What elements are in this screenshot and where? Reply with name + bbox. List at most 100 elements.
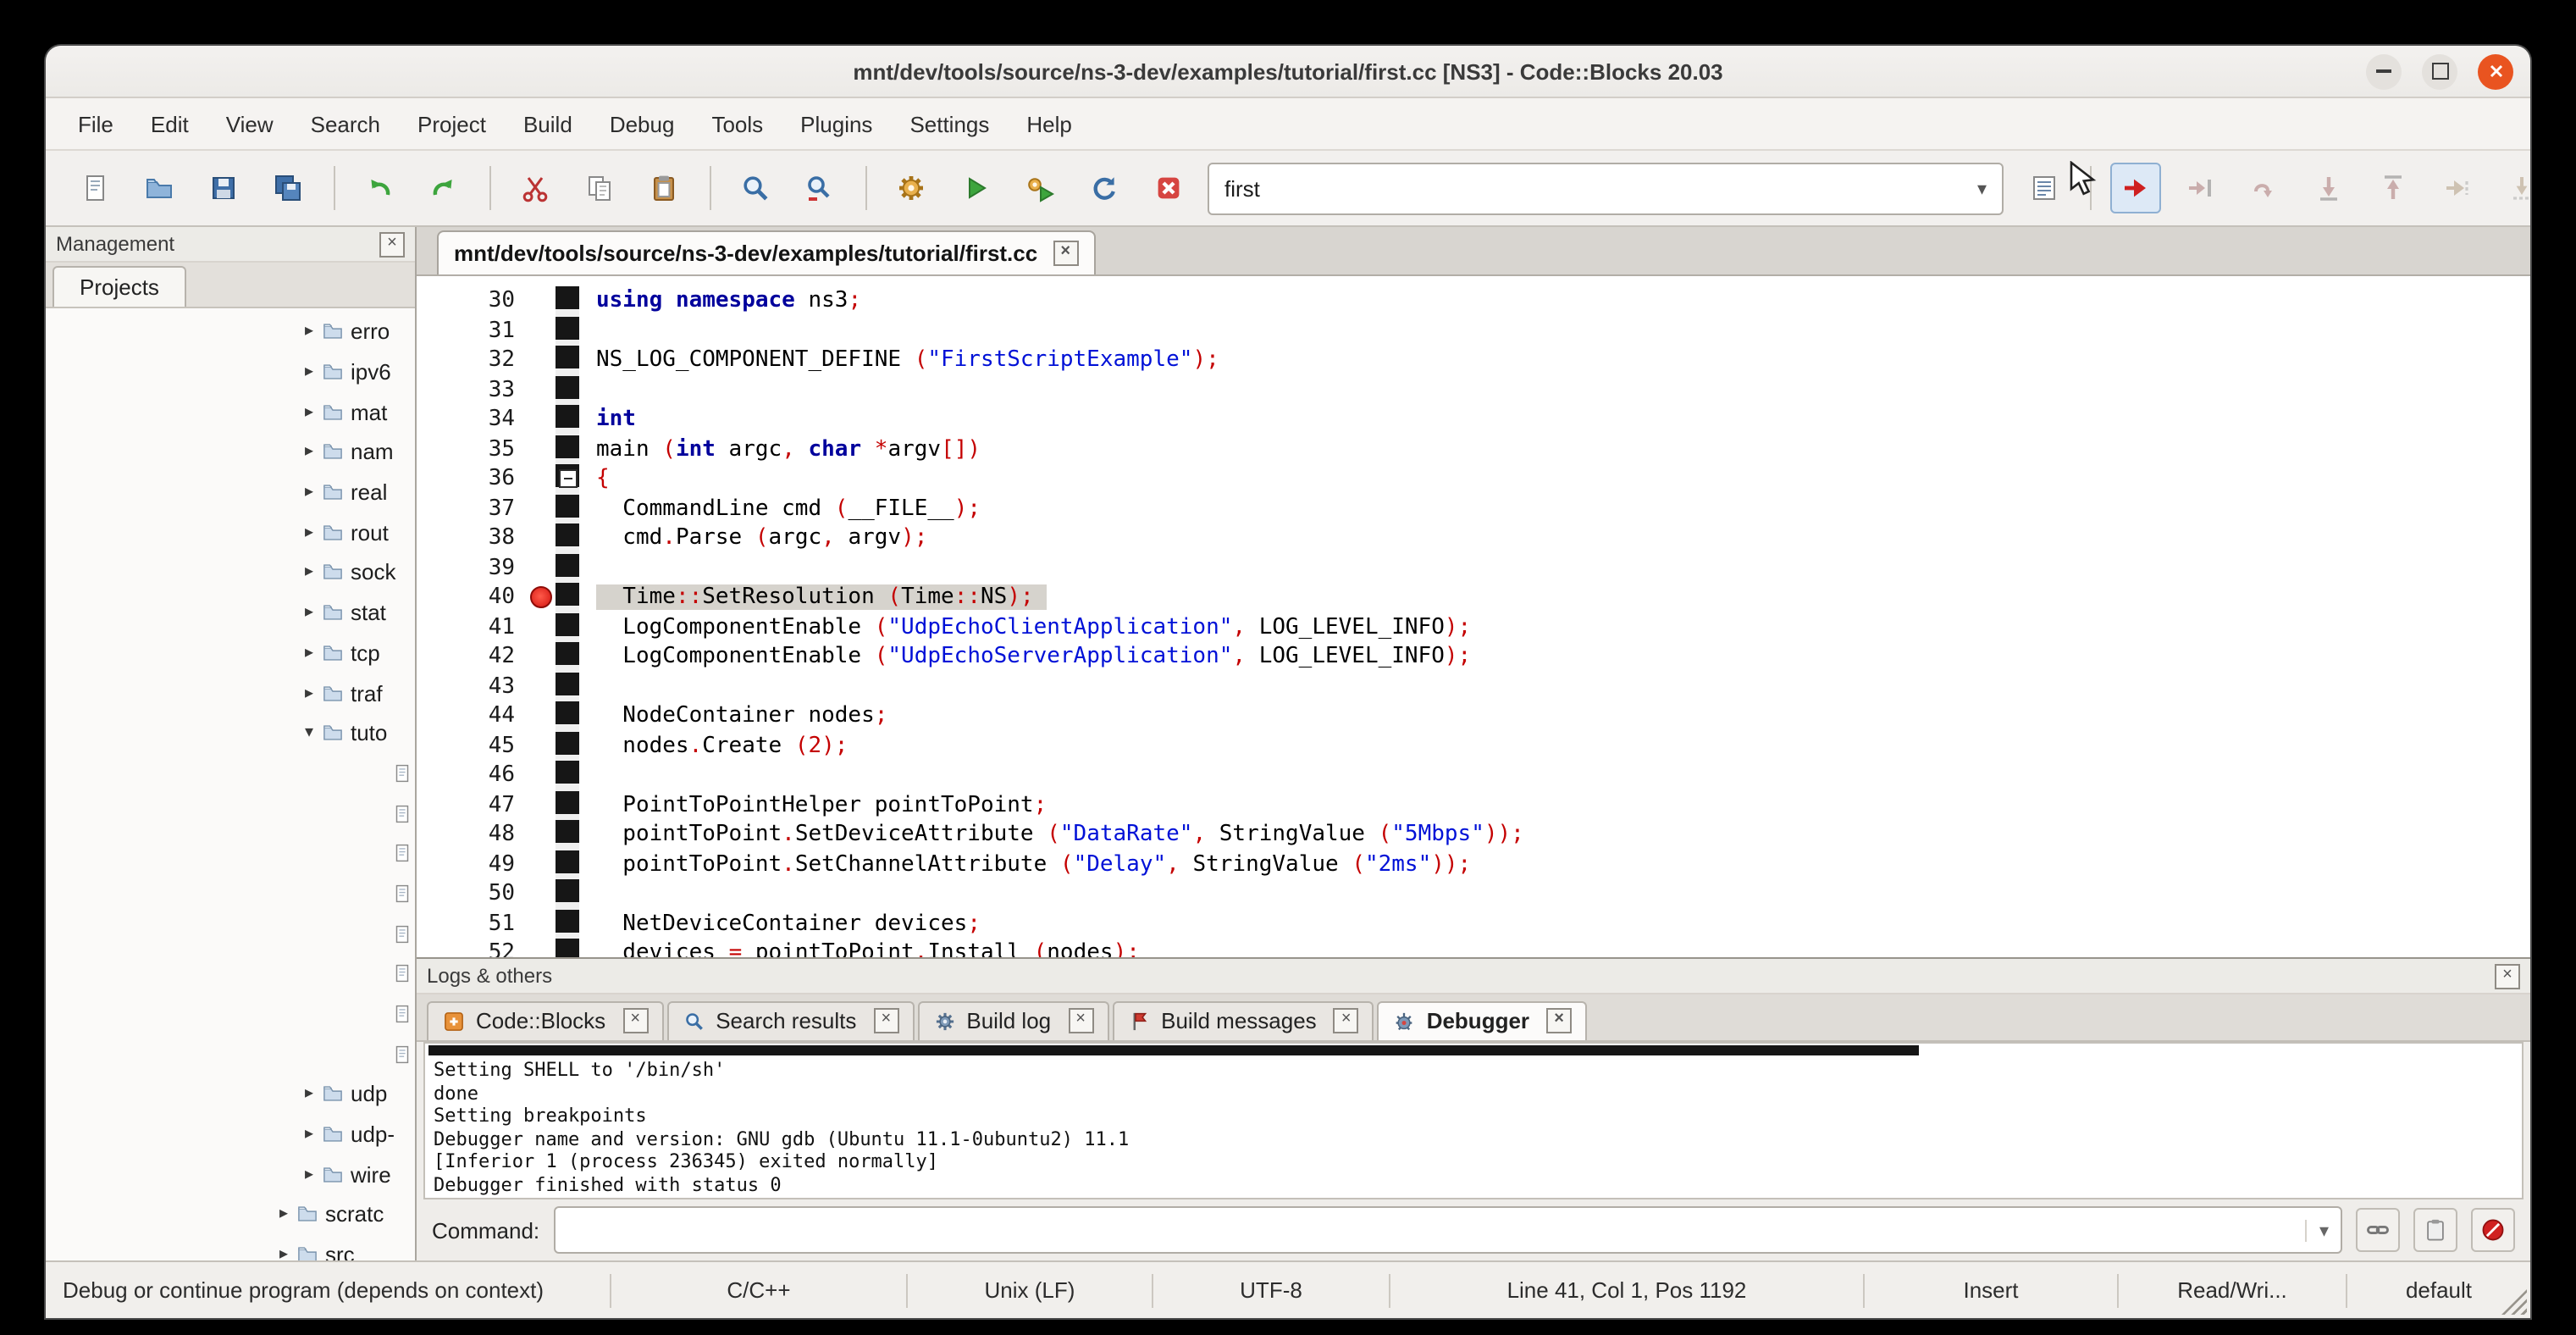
chevron-right-icon[interactable]: ▸	[298, 523, 320, 542]
menu-tools[interactable]: Tools	[693, 102, 782, 145]
build-and-run-button[interactable]	[1014, 163, 1065, 213]
chevron-down-icon[interactable]: ▾	[298, 723, 320, 742]
line-number[interactable]: 32	[417, 348, 528, 374]
logs-tab-code-blocks[interactable]: Code::Blocks×	[427, 1001, 663, 1040]
line-number[interactable]: 44	[417, 704, 528, 729]
line-number[interactable]: 49	[417, 852, 528, 878]
line-number[interactable]: 50	[417, 882, 528, 907]
breakpoint-margin[interactable]	[528, 464, 556, 494]
line-number[interactable]: 41	[417, 615, 528, 640]
abort-build-button[interactable]	[1143, 163, 1194, 213]
run-button[interactable]	[950, 163, 1001, 213]
tree-item-he[interactable]: he	[46, 873, 415, 913]
breakpoint-margin[interactable]	[528, 612, 556, 642]
minimize-button[interactable]	[2366, 53, 2402, 89]
search-combobox[interactable]: first▾	[1208, 162, 2004, 214]
tree-item-se[interactable]: se	[46, 954, 415, 994]
breakpoint-margin[interactable]	[528, 523, 556, 553]
chevron-right-icon[interactable]: ▸	[298, 483, 320, 501]
replace-button[interactable]	[794, 163, 845, 213]
tree-item-fir[interactable]: fir	[46, 794, 415, 834]
menu-search[interactable]: Search	[292, 102, 399, 145]
management-close-icon[interactable]: ×	[379, 231, 405, 257]
chevron-right-icon[interactable]: ▸	[273, 1205, 295, 1224]
tree-item-tuto[interactable]: ▾tuto	[46, 713, 415, 753]
tree-item-udp-[interactable]: ▸udp-	[46, 1115, 415, 1155]
line-number[interactable]: 36	[417, 467, 528, 492]
step-into-instruction-button[interactable]	[2496, 163, 2530, 213]
breakpoint-margin[interactable]	[528, 909, 556, 939]
fold-marker[interactable]	[558, 469, 577, 488]
line-number[interactable]: 38	[417, 526, 528, 551]
debug-continue-button[interactable]	[2110, 163, 2161, 213]
run-to-cursor-button[interactable]	[2175, 163, 2225, 213]
menu-plugins[interactable]: Plugins	[782, 102, 891, 145]
editor-tab-first-cc[interactable]: mnt/dev/tools/source/ns-3-dev/examples/t…	[437, 230, 1095, 274]
next-instruction-button[interactable]	[2432, 163, 2483, 213]
tree-item-nam[interactable]: ▸nam	[46, 432, 415, 472]
tree-item-sock[interactable]: ▸sock	[46, 552, 415, 592]
line-number[interactable]: 47	[417, 793, 528, 818]
line-number[interactable]: 37	[417, 496, 528, 522]
tree-item-udp[interactable]: ▸udp	[46, 1074, 415, 1114]
copy-button[interactable]	[574, 163, 625, 213]
menu-view[interactable]: View	[207, 102, 292, 145]
close-button[interactable]	[2478, 53, 2513, 89]
line-number[interactable]: 51	[417, 911, 528, 937]
tree-item-stat[interactable]: ▸stat	[46, 593, 415, 633]
breakpoint-margin[interactable]	[528, 553, 556, 583]
line-number[interactable]: 43	[417, 674, 528, 700]
tree-item-src[interactable]: ▸src	[46, 1235, 415, 1260]
breakpoint-margin[interactable]	[528, 820, 556, 850]
stop-button[interactable]	[2471, 1208, 2515, 1252]
logs-tab-build-log[interactable]: Build log×	[917, 1001, 1108, 1040]
breakpoint-margin[interactable]	[528, 850, 556, 879]
breakpoint-marker[interactable]	[530, 586, 552, 608]
tree-item-wire[interactable]: ▸wire	[46, 1155, 415, 1194]
menu-settings[interactable]: Settings	[891, 102, 1008, 145]
breakpoint-margin[interactable]	[528, 316, 556, 346]
titlebar[interactable]: mnt/dev/tools/source/ns-3-dev/examples/t…	[46, 46, 2530, 98]
step-out-button[interactable]	[2368, 163, 2418, 213]
code-editor[interactable]: 30using namespace ns3;3132NS_LOG_COMPONE…	[417, 276, 2530, 957]
tree-item-fo[interactable]: fo	[46, 834, 415, 873]
logs-close-icon[interactable]: ×	[2495, 963, 2520, 989]
save-all-button[interactable]	[263, 163, 313, 213]
tree-item-traf[interactable]: ▸traf	[46, 673, 415, 712]
tab-close-icon[interactable]: ×	[622, 1008, 648, 1033]
logs-tab-build-messages[interactable]: Build messages×	[1112, 1001, 1374, 1040]
tab-close-icon[interactable]: ×	[873, 1008, 898, 1033]
breakpoint-margin[interactable]	[528, 642, 556, 672]
chevron-right-icon[interactable]: ▸	[298, 684, 320, 702]
tree-item-scratc[interactable]: ▸scratc	[46, 1194, 415, 1234]
debugger-output[interactable]: Setting SHELL to '/bin/sh'doneSetting br…	[423, 1042, 2523, 1199]
tree-item-fif[interactable]: fif	[46, 753, 415, 793]
tree-item-erro[interactable]: ▸erro	[46, 312, 415, 352]
menu-project[interactable]: Project	[399, 102, 505, 145]
find-button[interactable]	[730, 163, 781, 213]
command-input[interactable]: ▾	[553, 1206, 2342, 1254]
line-number[interactable]: 33	[417, 378, 528, 403]
next-line-button[interactable]	[2239, 163, 2290, 213]
tab-projects[interactable]: Projects	[53, 266, 186, 307]
breakpoint-margin[interactable]	[528, 375, 556, 405]
tree-item-tcp[interactable]: ▸tcp	[46, 633, 415, 673]
chevron-down-icon[interactable]: ▾	[2306, 1219, 2329, 1241]
tab-close-icon[interactable]: ×	[1334, 1008, 1359, 1033]
open-log-button[interactable]	[2019, 163, 2070, 213]
chevron-right-icon[interactable]: ▸	[298, 1125, 320, 1144]
line-number[interactable]: 39	[417, 556, 528, 581]
undo-button[interactable]	[354, 163, 405, 213]
breakpoint-margin[interactable]	[528, 435, 556, 464]
breakpoint-margin[interactable]	[528, 790, 556, 820]
build-button[interactable]	[886, 163, 937, 213]
breakpoint-margin[interactable]	[528, 939, 556, 957]
logs-tab-search-results[interactable]: Search results×	[666, 1001, 914, 1040]
chevron-right-icon[interactable]: ▸	[298, 363, 320, 381]
line-number[interactable]: 40	[417, 585, 528, 611]
breakpoint-margin[interactable]	[528, 583, 556, 612]
line-number[interactable]: 34	[417, 407, 528, 433]
maximize-button[interactable]	[2422, 53, 2457, 89]
tree-item-th[interactable]: th	[46, 1034, 415, 1074]
tree-item-ipv6[interactable]: ▸ipv6	[46, 352, 415, 391]
